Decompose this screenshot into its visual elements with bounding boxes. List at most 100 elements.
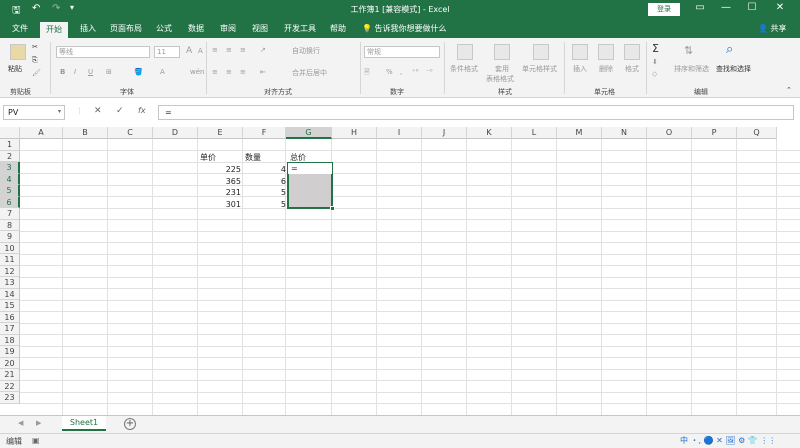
align-center-icon[interactable]: ≡ (226, 68, 232, 76)
format-as-table-button-line2[interactable]: 表格格式 (486, 74, 514, 84)
row-header-8[interactable]: 8 (0, 219, 20, 231)
row-header-11[interactable]: 11 (0, 254, 20, 266)
cell-e5[interactable]: 231 (198, 187, 241, 198)
column-header-n[interactable]: N (602, 127, 647, 139)
wrap-text-button[interactable]: 自动换行 (292, 46, 320, 56)
tab-home[interactable]: 开始 (40, 22, 68, 38)
percent-button[interactable]: % (386, 68, 393, 76)
copy-icon[interactable]: ⎘ (32, 56, 38, 65)
merge-center-button[interactable]: 合并后居中 (292, 68, 327, 78)
middle-align-icon[interactable]: ≡ (226, 46, 232, 54)
column-header-a[interactable]: A (20, 127, 63, 139)
format-as-table-button[interactable]: 套用 (495, 64, 509, 74)
cell-f6[interactable]: 5 (244, 199, 286, 210)
phonetic-icon[interactable]: wén (190, 68, 204, 76)
fill-icon[interactable]: ⬇ (652, 58, 658, 66)
bottom-align-icon[interactable]: ≡ (240, 46, 246, 54)
insert-cells-button[interactable]: 插入 (573, 64, 587, 74)
shrink-font-icon[interactable]: A (198, 47, 203, 55)
format-painter-icon[interactable]: 🖌 (32, 69, 41, 77)
insert-cells-icon[interactable] (572, 44, 588, 60)
row-header-20[interactable]: 20 (0, 357, 20, 369)
insert-function-icon[interactable]: fx (138, 106, 146, 115)
row-header-14[interactable]: 14 (0, 288, 20, 300)
row-header-15[interactable]: 15 (0, 300, 20, 312)
name-box-dropdown-icon[interactable]: ▾ (58, 108, 61, 115)
row-header-19[interactable]: 19 (0, 346, 20, 358)
row-header-1[interactable]: 1 (0, 139, 20, 151)
paste-button[interactable]: 粘贴 (8, 64, 22, 74)
cell-f5[interactable]: 5 (244, 187, 286, 198)
row-header-3[interactable]: 3 (0, 162, 20, 174)
ime-toolbar[interactable]: 中 ・, 🔵 ✕ 🖼 ⚙ 👕 ⋮⋮ (680, 435, 794, 448)
column-header-m[interactable]: M (557, 127, 602, 139)
cut-icon[interactable]: ✂ (32, 43, 38, 51)
tell-me-search[interactable]: 💡 告诉我你想要做什么 (362, 23, 447, 34)
find-select-button[interactable]: 查找和选择 (716, 64, 751, 74)
next-sheet-icon[interactable]: ▶ (36, 419, 41, 427)
column-header-d[interactable]: D (153, 127, 198, 139)
orientation-icon[interactable]: ↗ (260, 46, 266, 54)
row-header-23[interactable]: 23 (0, 392, 20, 404)
prev-sheet-icon[interactable]: ◀ (18, 419, 23, 427)
cell-g2[interactable]: 总价 (290, 152, 306, 163)
number-format-combo[interactable]: 常规 (364, 46, 440, 58)
cell-f4[interactable]: 6 (244, 176, 286, 187)
autosum-icon[interactable]: Σ (652, 42, 659, 55)
worksheet-grid[interactable]: ABCDEFGHIJKLMNOPQ 1 2 3 4 5 6 7 8 9 10 11 12 13 14 15 1… (0, 127, 800, 415)
active-cell-g3[interactable]: = (288, 163, 332, 174)
row-header-7[interactable]: 7 (0, 208, 20, 220)
align-right-icon[interactable]: ≡ (240, 68, 246, 76)
format-cells-icon[interactable] (624, 44, 640, 60)
name-box[interactable]: PV (3, 105, 65, 120)
sheet-tab-sheet1[interactable]: Sheet1 (62, 416, 106, 431)
row-header-2[interactable]: 2 (0, 150, 20, 162)
column-header-e[interactable]: E (198, 127, 243, 139)
row-header-5[interactable]: 5 (0, 185, 20, 197)
maximize-icon[interactable]: ☐ (742, 2, 762, 13)
cell-e3[interactable]: 225 (198, 164, 241, 175)
row-header-16[interactable]: 16 (0, 311, 20, 323)
row-header-10[interactable]: 10 (0, 242, 20, 254)
cell-e2[interactable]: 单价 (200, 152, 216, 163)
indent-icon[interactable]: ⇤ (260, 68, 266, 76)
clear-icon[interactable]: ◇ (652, 70, 657, 78)
share-button[interactable]: 👤 共享 (758, 23, 787, 34)
font-size-combo[interactable]: 11 (154, 46, 180, 58)
column-header-b[interactable]: B (63, 127, 108, 139)
row-header-18[interactable]: 18 (0, 334, 20, 346)
top-align-icon[interactable]: ≡ (212, 46, 218, 54)
comma-button[interactable]: , (400, 68, 402, 76)
cell-e4[interactable]: 365 (198, 176, 241, 187)
tab-page-layout[interactable]: 页面布局 (110, 23, 142, 34)
delete-cells-button[interactable]: 删除 (599, 64, 613, 74)
macro-record-icon[interactable]: ▣ (32, 436, 40, 445)
cell-styles-button[interactable]: 单元格样式 (522, 64, 557, 74)
cancel-icon[interactable]: ✕ (94, 106, 102, 116)
borders-icon[interactable]: ⊞ (106, 68, 112, 76)
italic-button[interactable]: I (74, 68, 76, 76)
column-header-k[interactable]: K (467, 127, 512, 139)
increase-decimal-icon[interactable]: ⁺⁰ (412, 68, 419, 76)
row-header-22[interactable]: 22 (0, 380, 20, 392)
login-button[interactable]: 登录 (648, 3, 680, 16)
cell-e6[interactable]: 301 (198, 199, 241, 210)
currency-icon[interactable]: 🗎 (364, 68, 370, 79)
column-header-c[interactable]: C (108, 127, 153, 139)
column-header-q[interactable]: Q (737, 127, 777, 139)
minimize-icon[interactable]: — (716, 2, 736, 13)
column-header-h[interactable]: H (332, 127, 377, 139)
row-header-9[interactable]: 9 (0, 231, 20, 243)
column-header-l[interactable]: L (512, 127, 557, 139)
cell-f3[interactable]: 4 (244, 164, 286, 175)
column-header-g[interactable]: G (286, 127, 332, 139)
row-header-17[interactable]: 17 (0, 323, 20, 335)
column-header-i[interactable]: I (377, 127, 422, 139)
conditional-format-icon[interactable] (457, 44, 473, 60)
close-icon[interactable]: ✕ (770, 2, 790, 13)
column-header-j[interactable]: J (422, 127, 467, 139)
tab-formulas[interactable]: 公式 (156, 23, 172, 34)
format-cells-button[interactable]: 格式 (625, 64, 639, 74)
row-header-4[interactable]: 4 (0, 173, 20, 185)
fill-handle[interactable] (330, 206, 335, 211)
